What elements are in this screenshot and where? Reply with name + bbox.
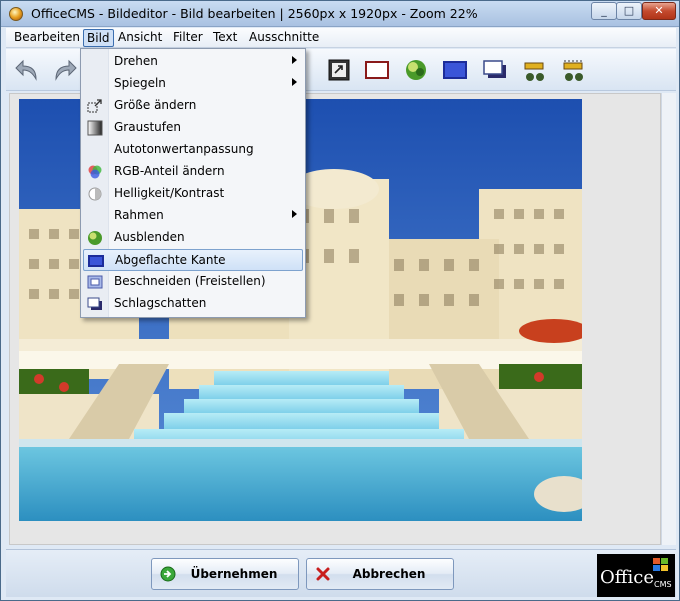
menu-item-label: Spiegeln	[114, 76, 166, 90]
menu-item-abgeflachte-kante[interactable]: Abgeflachte Kante	[83, 249, 303, 271]
menu-item-ausblenden[interactable]: Ausblenden	[83, 227, 303, 249]
menu-item-drehen[interactable]: Drehen	[83, 51, 303, 73]
crop-icon	[87, 275, 103, 289]
menu-item-groesse-aendern[interactable]: Größe ändern	[83, 95, 303, 117]
maximize-button[interactable]: □	[616, 2, 642, 20]
submenu-arrow-icon	[292, 210, 297, 218]
shadow-icon	[87, 297, 102, 310]
shadow-icon[interactable]	[482, 57, 508, 83]
logo-sub: CMS	[654, 580, 672, 589]
cancel-label: Abbrechen	[352, 567, 426, 581]
menu-bearbeiten[interactable]: Bearbeiten	[11, 30, 83, 46]
menu-item-label: Graustufen	[114, 120, 181, 134]
apply-button[interactable]: Übernehmen	[151, 558, 299, 590]
menu-item-beschneiden[interactable]: Beschneiden (Freistellen)	[83, 271, 303, 293]
grayscale-icon	[87, 120, 103, 136]
apply-label: Übernehmen	[190, 567, 278, 581]
bild-menu-dropdown: Drehen Spiegeln Größe ändern Graustufen …	[80, 48, 306, 318]
fade-icon	[88, 231, 102, 245]
resize-icon[interactable]	[326, 57, 352, 83]
rgb-icon	[88, 165, 102, 179]
menu-item-schlagschatten[interactable]: Schlagschatten	[83, 293, 303, 315]
menu-bar: Bearbeiten Bild Ansicht Filter Text Auss…	[6, 28, 676, 48]
menu-item-graustufen[interactable]: Graustufen	[83, 117, 303, 139]
cut-select-alt-icon[interactable]	[560, 57, 586, 83]
vertical-scrollbar[interactable]	[661, 93, 676, 545]
brightness-icon	[88, 187, 102, 201]
menu-ausschnitte[interactable]: Ausschnitte	[246, 30, 322, 46]
menu-text[interactable]: Text	[210, 30, 240, 46]
menu-ansicht[interactable]: Ansicht	[115, 30, 165, 46]
menu-filter[interactable]: Filter	[170, 30, 206, 46]
undo-arrow-icon[interactable]	[14, 57, 40, 83]
menu-item-label: Rahmen	[114, 208, 164, 222]
menu-item-label: Größe ändern	[114, 98, 197, 112]
submenu-arrow-icon	[292, 56, 297, 64]
bevel-icon[interactable]	[442, 57, 468, 83]
officecms-logo: Office CMS	[597, 554, 675, 597]
minimize-button[interactable]: _	[591, 2, 617, 20]
window-title: OfficeCMS - Bildeditor - Bild bearbeiten…	[31, 6, 478, 21]
menu-item-label: Ausblenden	[114, 230, 185, 244]
menu-item-label: Helligkeit/Kontrast	[114, 186, 225, 200]
menu-item-label: Autotonwertanpassung	[114, 142, 254, 156]
menu-item-label: RGB-Anteil ändern	[114, 164, 225, 178]
redo-arrow-icon[interactable]	[52, 57, 78, 83]
menu-bild[interactable]: Bild	[83, 29, 114, 47]
windows-flag-icon	[653, 558, 668, 571]
logo-text: Office	[600, 567, 655, 588]
cut-select-icon[interactable]	[521, 57, 547, 83]
menu-item-rgb-anteil[interactable]: RGB-Anteil ändern	[83, 161, 303, 183]
menu-item-helligkeit-kontrast[interactable]: Helligkeit/Kontrast	[83, 183, 303, 205]
cancel-button[interactable]: Abbrechen	[306, 558, 454, 590]
submenu-arrow-icon	[292, 78, 297, 86]
menu-item-label: Beschneiden (Freistellen)	[114, 274, 266, 288]
menu-item-label: Schlagschatten	[114, 296, 207, 310]
bildeditor-window: OfficeCMS - Bildeditor - Bild bearbeiten…	[0, 0, 680, 601]
bevel-icon	[88, 255, 104, 267]
menu-item-autotonwertanpassung[interactable]: Autotonwertanpassung	[83, 139, 303, 161]
app-icon	[9, 7, 23, 21]
menu-item-spiegeln[interactable]: Spiegeln	[83, 73, 303, 95]
fade-icon[interactable]	[403, 57, 429, 83]
resize-icon	[87, 99, 102, 113]
menu-item-rahmen[interactable]: Rahmen	[83, 205, 303, 227]
title-bar: OfficeCMS - Bildeditor - Bild bearbeiten…	[1, 1, 679, 27]
menu-item-label: Drehen	[114, 54, 158, 68]
close-button[interactable]: ✕	[642, 2, 676, 20]
frame-icon[interactable]	[364, 57, 390, 83]
menu-item-label: Abgeflachte Kante	[115, 253, 226, 267]
bottom-bar: Übernehmen Abbrechen	[6, 549, 676, 597]
